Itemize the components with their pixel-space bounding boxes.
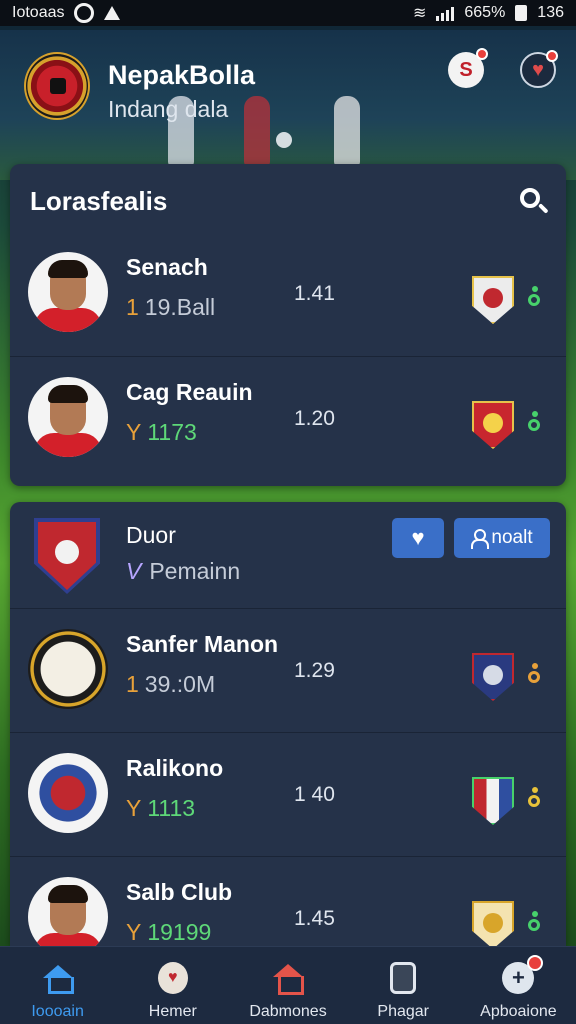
app-subtitle: Indang dala [108, 96, 229, 122]
heart-icon: ♥ [411, 525, 425, 550]
player-rating: 1.41 [294, 282, 335, 305]
favorite-icon[interactable] [528, 286, 542, 308]
club-logo-icon [28, 629, 108, 709]
player-name: Senach [126, 254, 208, 280]
nav-item-phagar[interactable]: Phagar [346, 947, 461, 1024]
favorite-icon[interactable] [528, 663, 542, 685]
avatar [28, 877, 108, 946]
phone-icon [390, 962, 417, 994]
favorite-icon[interactable] [528, 411, 542, 433]
list-item[interactable]: Ralikono Y 1113 1 40 [10, 732, 566, 856]
player-rating: 1.20 [294, 407, 335, 430]
follow-button[interactable]: noalt [454, 518, 550, 558]
house-icon [273, 964, 304, 995]
player-rating: 1.45 [294, 907, 335, 930]
notification-dot [546, 50, 558, 62]
nav-item-home[interactable]: Ioooain [0, 947, 115, 1024]
player-name: Salb Club [126, 879, 233, 905]
battery-percent: 665% [464, 4, 506, 21]
sync-icon [74, 3, 95, 23]
club-crest-icon[interactable] [24, 52, 90, 120]
player-name: Ralikono [126, 755, 224, 781]
stat-glyph: 1 [126, 294, 139, 320]
player-stat: 1 19.Ball [126, 294, 215, 321]
wifi-icon: ≋ [412, 5, 427, 22]
stat-value: 1113 [147, 795, 196, 821]
search-icon[interactable] [516, 184, 550, 218]
s-logo-icon[interactable]: S [448, 48, 488, 88]
app-title: NepakBolla [108, 60, 256, 90]
stat-glyph: Y [126, 919, 142, 945]
shield-heart-icon[interactable]: ♥ [520, 50, 558, 88]
list-item[interactable]: Salb Club Y 19199 1.45 [10, 856, 566, 946]
home-icon [42, 965, 74, 994]
club-logo-icon [34, 518, 100, 594]
stat-value: 39.:0M [144, 671, 216, 697]
stat-value: 19.Ball [144, 294, 216, 320]
player-stat: Y 19199 [126, 919, 211, 946]
list-item[interactable]: Sanfer Manon 1 39.:0M 1.29 [10, 608, 566, 732]
player-rating: 1 40 [294, 783, 335, 806]
nav-label: Ioooain [31, 1003, 84, 1020]
list-item[interactable]: Senach 1 19.Ball 1.41 [10, 232, 566, 356]
club-card: Duor V Pemainn ♥ noalt Sanfer Manon 1 39.:… [10, 502, 566, 946]
like-button[interactable]: ♥ [392, 518, 444, 558]
nav-item-hemer[interactable]: ♥ Hemer [115, 947, 230, 1024]
player-name: Cag Reauin [126, 379, 253, 405]
player-stat: Y 1173 [126, 419, 197, 446]
alert-icon [104, 6, 121, 20]
avatar [28, 252, 108, 332]
club-sub-text: Pemainn [149, 558, 241, 584]
club-sub-glyph: V [126, 558, 142, 584]
club-name: Duor [126, 522, 176, 548]
person-icon [471, 529, 490, 549]
players-card: Lorasfealis Senach 1 19.Ball 1.41 Cag Rea… [10, 164, 566, 486]
nav-label: Phagar [377, 1003, 429, 1020]
player-name: Sanfer Manon [126, 631, 279, 657]
list-item[interactable]: Cag Reauin Y 1173 1.20 [10, 356, 566, 480]
status-left-text: Iotoaas [12, 4, 65, 21]
favorite-icon[interactable] [528, 911, 542, 933]
stat-value: 1173 [147, 419, 197, 445]
follow-label: noalt [491, 527, 533, 548]
stat-glyph: Y [126, 419, 142, 445]
stat-glyph: Y [126, 795, 142, 821]
player-stat: 1 39.:0M [126, 671, 215, 698]
bottom-navigation: Ioooain ♥ Hemer Dabmones Phagar + Apboai… [0, 946, 576, 1024]
card-title: Lorasfealis [30, 186, 168, 216]
notification-dot [527, 955, 544, 971]
shield-icon: ♥ [157, 962, 188, 994]
notification-dot [476, 48, 488, 60]
nav-item-apboaione[interactable]: + Apboaione [461, 947, 576, 1024]
team-badge-icon [472, 777, 514, 825]
avatar [28, 377, 108, 457]
signal-icon [436, 5, 455, 21]
clock: 136 [537, 4, 564, 21]
team-badge-icon [472, 653, 514, 701]
card-header: Lorasfealis [10, 164, 566, 236]
club-header: Duor V Pemainn ♥ noalt [10, 502, 566, 608]
stat-value: 19199 [147, 919, 212, 945]
team-badge-icon [472, 901, 514, 946]
player-rating: 1.29 [294, 659, 335, 682]
status-bar: Iotoaas ≋ 665% 136 [0, 0, 576, 26]
club-subtitle: V Pemainn [126, 558, 240, 585]
battery-icon [515, 5, 528, 21]
favorite-icon[interactable] [528, 787, 542, 809]
nav-label: Hemer [148, 1003, 197, 1020]
team-badge-icon [472, 401, 514, 449]
team-badge-icon [472, 276, 514, 324]
app-header: NepakBolla Indang dala S ♥ [0, 40, 576, 140]
nav-label: Dabmones [249, 1003, 327, 1020]
nav-label: Apboaione [480, 1003, 557, 1020]
nav-item-dabmones[interactable]: Dabmones [230, 947, 345, 1024]
player-stat: Y 1113 [126, 795, 195, 822]
stat-glyph: 1 [126, 671, 139, 697]
club-logo-icon [28, 753, 108, 833]
